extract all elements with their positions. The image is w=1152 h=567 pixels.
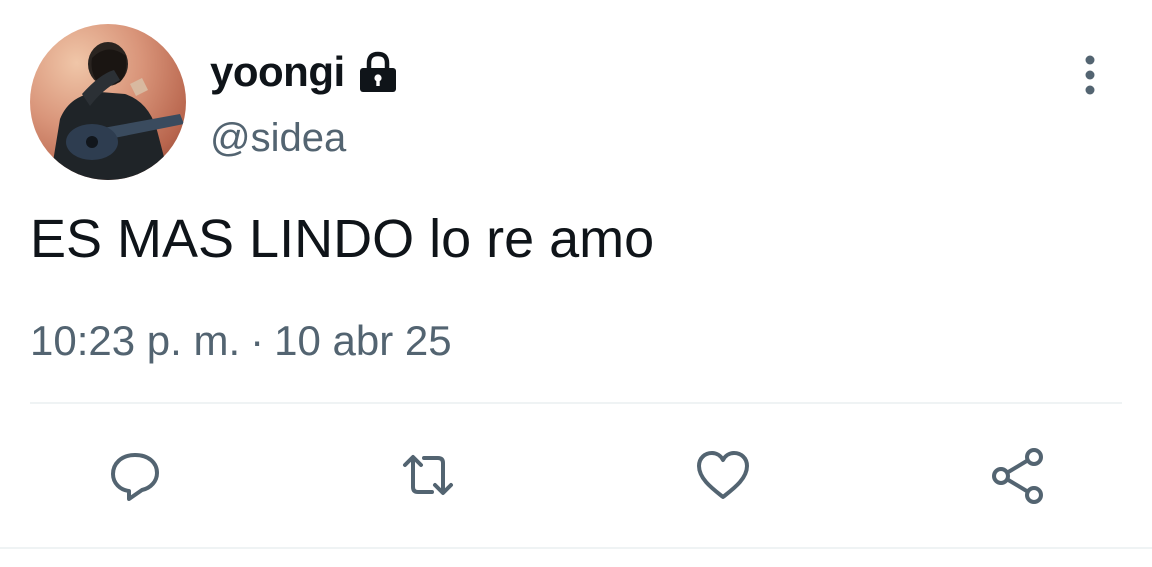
avatar-image (50, 42, 184, 180)
tweet-time: 10:23 p. m. (30, 317, 241, 364)
timestamp[interactable]: 10:23 p. m. · 10 abr 25 (30, 317, 452, 364)
timestamp-separator: · (250, 317, 265, 364)
display-name-row: yoongi (210, 44, 401, 100)
more-vertical-icon[interactable] (1070, 52, 1110, 98)
avatar[interactable] (30, 24, 186, 180)
handle[interactable]: @sidea (210, 118, 346, 158)
divider (30, 402, 1122, 404)
like-button[interactable] (688, 440, 758, 510)
lock-icon (355, 49, 401, 95)
reply-icon (111, 453, 159, 501)
display-name[interactable]: yoongi (210, 51, 345, 93)
share-icon (992, 448, 1043, 504)
heart-icon (697, 451, 749, 499)
reply-button[interactable] (100, 440, 170, 510)
tweet-text: ES MAS LINDO lo re amo (30, 209, 655, 269)
share-button[interactable] (983, 440, 1053, 510)
tweet-date: 10 abr 25 (274, 317, 452, 364)
retweet-icon (403, 455, 453, 495)
bottom-divider (0, 547, 1152, 549)
retweet-button[interactable] (393, 440, 463, 510)
tweet-card: yoongi @sidea ES MAS LINDO lo re amo 10:… (0, 0, 1152, 567)
action-bar (0, 440, 1152, 510)
